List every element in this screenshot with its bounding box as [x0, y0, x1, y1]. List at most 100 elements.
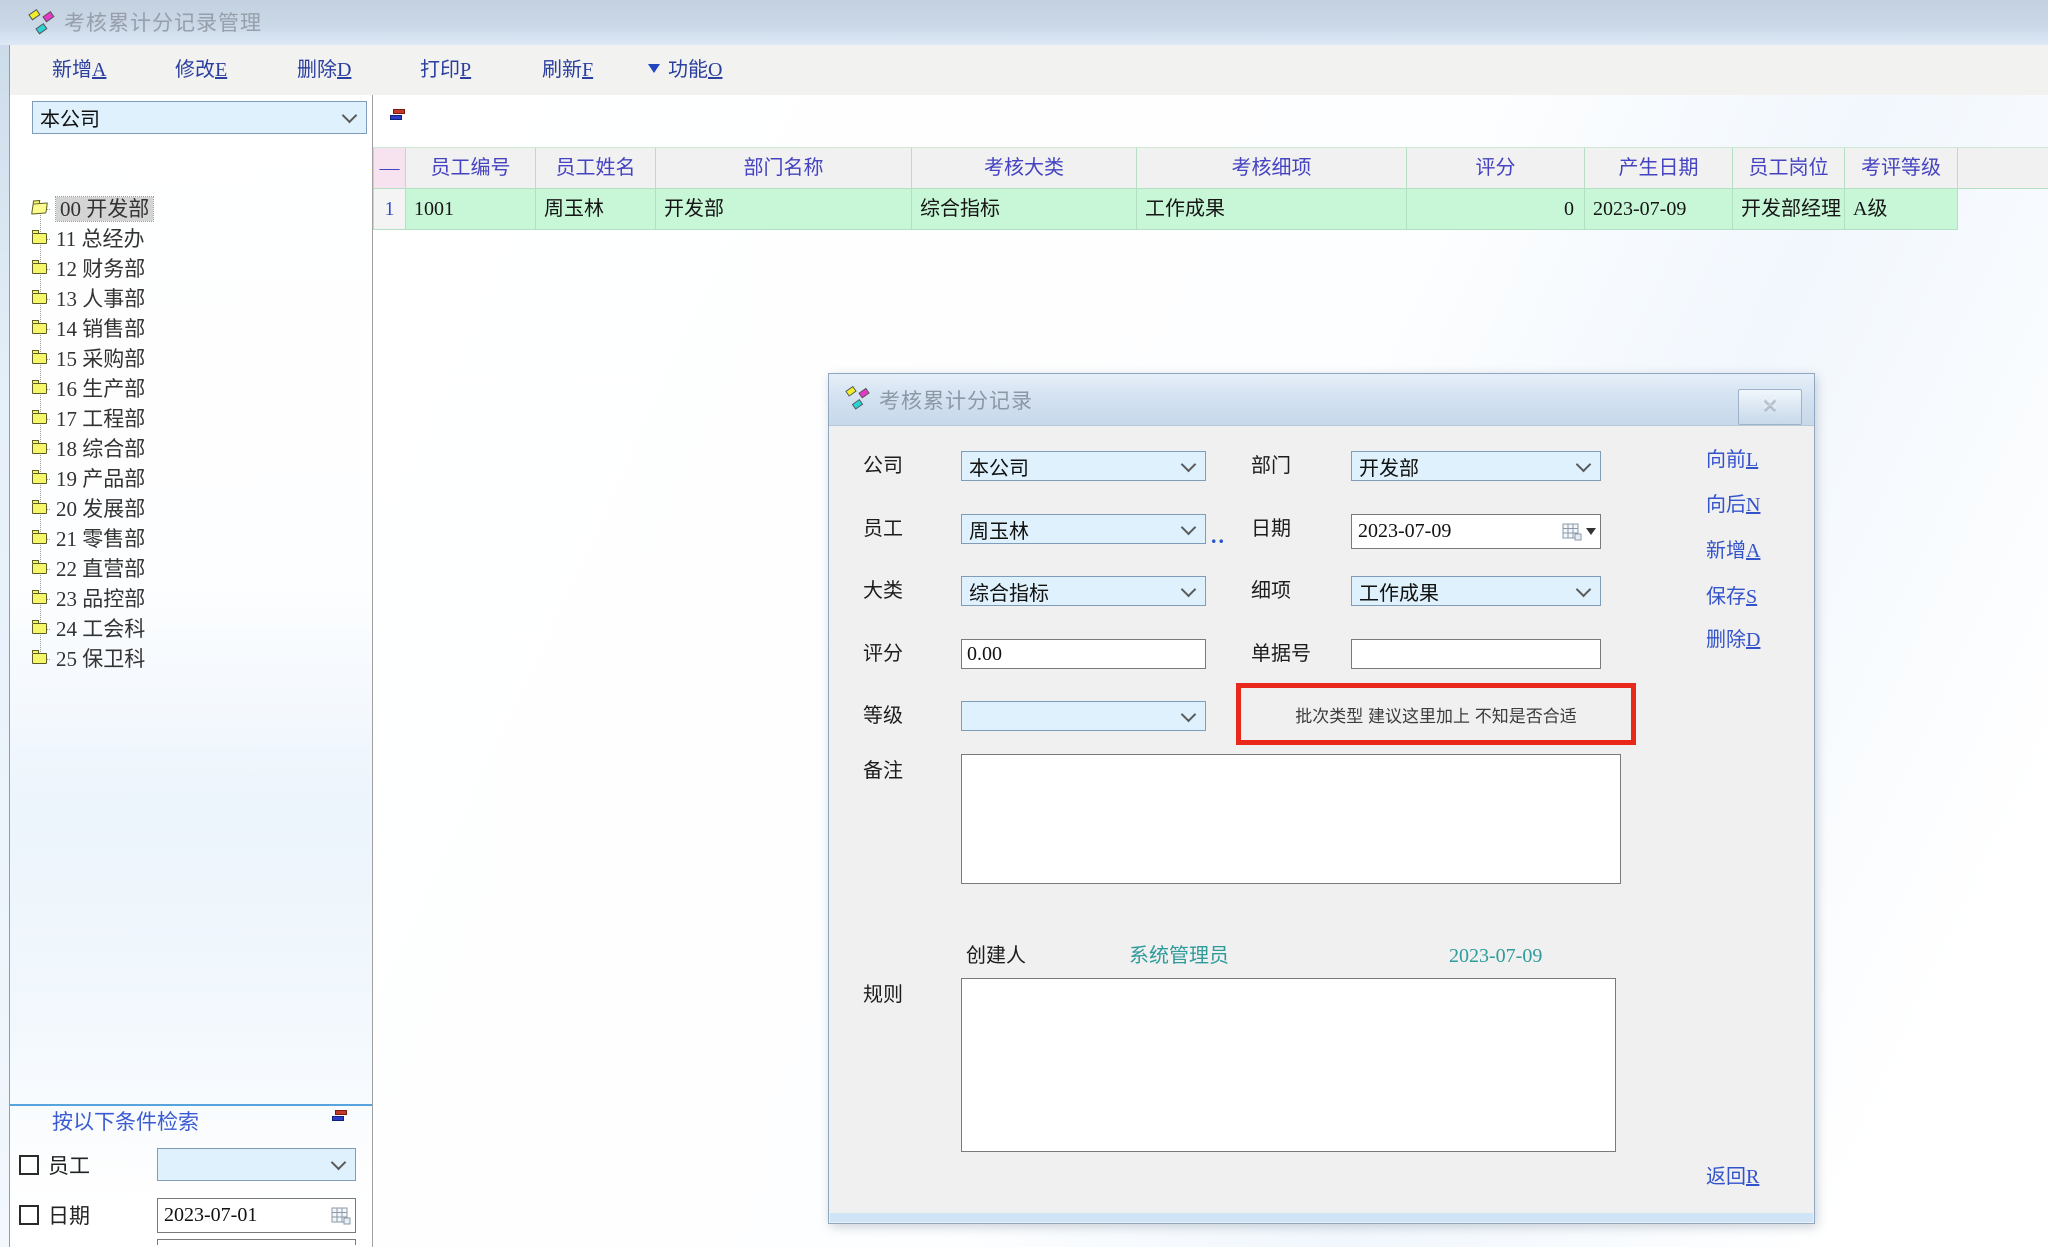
cell-item[interactable]: 工作成果: [1137, 189, 1407, 229]
app-window: 考核累计分记录管理 新增A 修改E 删除D 打印P 刷新F 功能O 本公司 00…: [0, 0, 2048, 1247]
remarks-label: 备注: [863, 756, 903, 786]
company-select[interactable]: 本公司: [32, 101, 367, 134]
toolbar: 新增A 修改E 删除D 打印P 刷新F 功能O: [0, 45, 2048, 95]
toolbar-function-button[interactable]: 功能O: [648, 45, 722, 95]
tree-item-23[interactable]: 23 品控部: [10, 584, 372, 614]
column-header-date[interactable]: 产生日期: [1585, 148, 1733, 188]
tree-item-21[interactable]: 21 零售部: [10, 524, 372, 554]
score-input[interactable]: [961, 639, 1206, 669]
cell-department[interactable]: 开发部: [656, 189, 912, 229]
nav-previous-button[interactable]: 向前L: [1706, 445, 1758, 475]
folder-icon: [32, 623, 47, 634]
filter-row-date: 日期 2023-07-01: [10, 1198, 372, 1236]
employee-combobox[interactable]: 周玉林: [961, 514, 1206, 544]
creator-date: 2023-07-09: [1449, 941, 1542, 971]
cell-employee-id[interactable]: 1001: [406, 189, 536, 229]
toolbar-add-button[interactable]: 新增A: [52, 45, 106, 95]
cell-employee-name[interactable]: 周玉林: [536, 189, 656, 229]
folder-icon: [32, 533, 47, 544]
left-panel: 本公司 00 开发部 11 总经办 12 财务部 13 人事部 14 销售部 1…: [10, 95, 372, 1247]
collapse-grid-icon[interactable]: [390, 108, 405, 122]
tree-item-15[interactable]: 15 采购部: [10, 344, 372, 374]
column-header-grade[interactable]: 考评等级: [1845, 148, 1958, 188]
nav-delete-button[interactable]: 删除D: [1706, 625, 1760, 655]
filter-extra-input[interactable]: [157, 1239, 356, 1245]
folder-icon: [32, 263, 47, 274]
cell-score[interactable]: 0: [1407, 189, 1585, 229]
folder-icon: [32, 653, 47, 664]
grade-combobox[interactable]: [961, 701, 1206, 731]
filter-date-label: 日期: [48, 1198, 90, 1234]
dialog-title: 考核累计分记录: [879, 374, 1033, 426]
dropdown-arrow-icon: [1586, 528, 1596, 535]
column-header-employee-id[interactable]: 员工编号: [406, 148, 536, 188]
tree-item-13[interactable]: 13 人事部: [10, 284, 372, 314]
collapse-panel-icon[interactable]: [332, 1109, 347, 1123]
tree-item-25[interactable]: 25 保卫科: [10, 644, 372, 674]
nav-back-button[interactable]: 返回R: [1706, 1162, 1759, 1192]
nav-save-button[interactable]: 保存S: [1706, 582, 1757, 612]
tree-item-22[interactable]: 22 直营部: [10, 554, 372, 584]
toolbar-refresh-button[interactable]: 刷新F: [542, 45, 593, 95]
remarks-textarea[interactable]: [961, 754, 1621, 884]
nav-add-button[interactable]: 新增A: [1706, 536, 1760, 566]
chevron-down-icon: [342, 108, 358, 124]
tree-item-14[interactable]: 14 销售部: [10, 314, 372, 344]
chevron-down-icon: [1181, 581, 1197, 597]
chevron-down-icon: [331, 1155, 347, 1171]
toolbar-print-button[interactable]: 打印P: [420, 45, 471, 95]
column-header-employee-name[interactable]: 员工姓名: [536, 148, 656, 188]
tree-item-20[interactable]: 20 发展部: [10, 494, 372, 524]
tree-item-17[interactable]: 17 工程部: [10, 404, 372, 434]
table-header-row: — 员工编号 员工姓名 部门名称 考核大类 考核细项 评分 产生日期 员工岗位 …: [373, 147, 2048, 189]
tree-item-12[interactable]: 12 财务部: [10, 254, 372, 284]
category-combobox[interactable]: 综合指标: [961, 576, 1206, 606]
column-header-score[interactable]: 评分: [1407, 148, 1585, 188]
toolbar-delete-button[interactable]: 删除D: [297, 45, 351, 95]
record-dialog: 考核累计分记录 ✕ 公司 本公司 部门 开发部 员工 周玉林 .. 日期 202…: [828, 373, 1815, 1224]
column-header-item[interactable]: 考核细项: [1137, 148, 1407, 188]
department-combobox[interactable]: 开发部: [1351, 451, 1601, 481]
toolbar-edit-button[interactable]: 修改E: [175, 45, 227, 95]
chevron-down-icon: [1181, 706, 1197, 722]
filter-employee-checkbox[interactable]: [19, 1155, 39, 1175]
tree-item-11[interactable]: 11 总经办: [10, 224, 372, 254]
doc-no-input[interactable]: [1351, 639, 1601, 669]
chevron-down-icon: [1181, 519, 1197, 535]
filter-date-value: 2023-07-01: [158, 1204, 331, 1227]
annotation-box: 批次类型 建议这里加上 不知是否合适: [1236, 683, 1636, 745]
tree-item-19[interactable]: 19 产品部: [10, 464, 372, 494]
folder-icon: [32, 563, 47, 574]
folder-icon: [32, 353, 47, 364]
tree-item-00[interactable]: 00 开发部: [10, 194, 372, 224]
filter-date-input[interactable]: 2023-07-01: [157, 1198, 356, 1233]
department-value: 开发部: [1352, 452, 1578, 481]
date-value: 2023-07-09: [1352, 520, 1562, 543]
company-combobox[interactable]: 本公司: [961, 451, 1206, 481]
tree-item-24[interactable]: 24 工会科: [10, 614, 372, 644]
cell-position[interactable]: 开发部经理: [1733, 189, 1845, 229]
table-row[interactable]: 1 1001 周玉林 开发部 综合指标 工作成果 0 2023-07-09 开发…: [373, 189, 1958, 230]
column-header-selector[interactable]: —: [373, 148, 406, 188]
cell-category[interactable]: 综合指标: [912, 189, 1137, 229]
date-picker[interactable]: 2023-07-09: [1351, 514, 1601, 549]
calendar-icon: [1562, 523, 1582, 541]
rules-textarea[interactable]: [961, 978, 1616, 1152]
item-combobox[interactable]: 工作成果: [1351, 576, 1601, 606]
cell-grade[interactable]: A级: [1845, 189, 1958, 229]
column-header-category[interactable]: 考核大类: [912, 148, 1137, 188]
column-header-position[interactable]: 员工岗位: [1733, 148, 1845, 188]
filter-date-checkbox[interactable]: [19, 1205, 39, 1225]
chevron-down-icon: [1576, 581, 1592, 597]
tree-item-18[interactable]: 18 综合部: [10, 434, 372, 464]
employee-browse-button[interactable]: ..: [1211, 521, 1226, 551]
row-number-cell[interactable]: 1: [373, 189, 406, 229]
cell-date[interactable]: 2023-07-09: [1585, 189, 1733, 229]
tree-item-16[interactable]: 16 生产部: [10, 374, 372, 404]
nav-next-button[interactable]: 向后N: [1706, 490, 1760, 520]
dialog-close-button[interactable]: ✕: [1738, 389, 1802, 425]
window-left-border: [0, 45, 10, 1247]
filter-employee-select[interactable]: [157, 1148, 356, 1181]
app-icon: [28, 8, 58, 38]
column-header-department[interactable]: 部门名称: [656, 148, 912, 188]
